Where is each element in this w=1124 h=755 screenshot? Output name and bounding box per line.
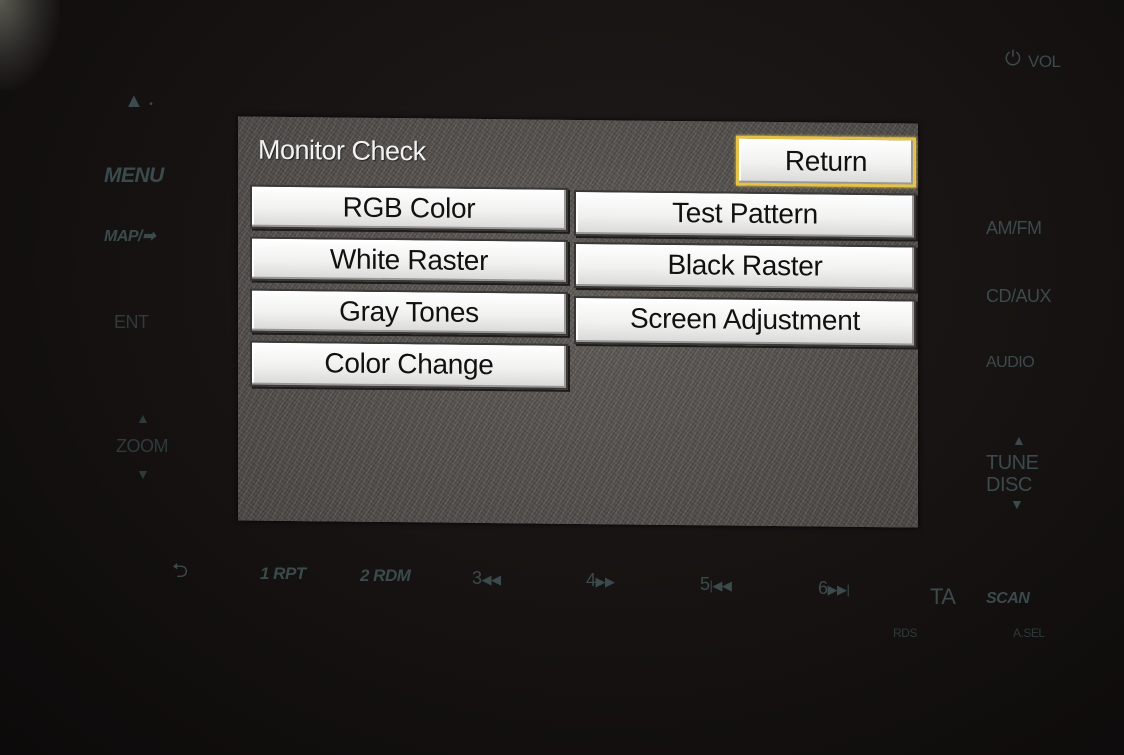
audio-label: AUDIO xyxy=(986,354,1035,371)
rgb-color-button[interactable]: RGB Color xyxy=(250,184,568,232)
white-raster-label: White Raster xyxy=(329,243,489,277)
test-pattern-button[interactable]: Test Pattern xyxy=(574,189,916,240)
cd-aux-button[interactable]: CD/AUX xyxy=(986,286,1052,307)
eject-button[interactable]: ▲ • xyxy=(124,90,153,113)
rgb-color-label: RGB Color xyxy=(342,191,476,224)
head-unit-bezel: ⏻ VOL ▲ • MENU MAP/➡ ENT ▲ ZOOM ▼ AM/FM C… xyxy=(0,0,1124,755)
preset-6-button[interactable]: 6▶▶| xyxy=(818,578,850,599)
skip-forward-icon: ▶▶| xyxy=(827,582,850,597)
zoom-in-icon[interactable]: ▲ xyxy=(136,410,150,426)
rds-label: RDS xyxy=(893,626,917,640)
preset-6-label: 6 xyxy=(818,578,828,598)
ent-button[interactable]: ENT xyxy=(114,312,149,333)
preset-5-label: 5 xyxy=(700,574,710,594)
preset-2-button[interactable]: 2 RDM xyxy=(360,566,411,586)
preset-4-button[interactable]: 4▶▶ xyxy=(586,570,615,591)
corner-glare xyxy=(0,0,60,90)
audio-button[interactable]: AUDIO xyxy=(986,354,1035,372)
white-raster-button[interactable]: White Raster xyxy=(250,236,568,284)
color-change-button[interactable]: Color Change xyxy=(250,340,568,390)
gray-tones-button[interactable]: Gray Tones xyxy=(250,288,568,336)
disc-label: DISC xyxy=(986,474,1032,496)
black-raster-button[interactable]: Black Raster xyxy=(574,241,916,292)
map-label: MAP/ xyxy=(104,228,143,245)
monitor-check-screen: Monitor Check Return RGB Color Test Patt… xyxy=(238,116,918,528)
ta-button[interactable]: TA xyxy=(930,584,956,610)
back-icon[interactable]: ⮌ xyxy=(172,556,188,590)
tune-down-icon[interactable]: ▼ xyxy=(1010,496,1024,512)
screen-adjustment-label: Screen Adjustment xyxy=(630,302,860,336)
gray-tones-label: Gray Tones xyxy=(339,295,479,328)
test-pattern-label: Test Pattern xyxy=(672,196,818,230)
menu-button[interactable]: MENU xyxy=(104,164,164,188)
tune-up-icon[interactable]: ▲ xyxy=(1012,432,1026,448)
return-label: Return xyxy=(784,145,868,178)
zoom-out-icon[interactable]: ▼ xyxy=(136,466,150,482)
power-icon[interactable]: ⏻ xyxy=(1005,48,1021,71)
rewind-icon: ◀◀ xyxy=(481,572,502,587)
preset-5-button[interactable]: 5|◀◀ xyxy=(700,574,732,595)
tune-label: TUNE xyxy=(986,452,1039,474)
vol-label: VOL xyxy=(1028,52,1061,71)
color-change-label: Color Change xyxy=(324,347,494,381)
skip-back-icon: |◀◀ xyxy=(709,578,732,593)
preset-4-label: 4 xyxy=(586,570,596,590)
preset-3-label: 3 xyxy=(472,568,482,588)
page-title: Monitor Check xyxy=(258,134,426,167)
map-button[interactable]: MAP/➡ xyxy=(104,226,155,246)
fast-forward-icon: ▶▶ xyxy=(595,574,616,589)
preset-3-button[interactable]: 3◀◀ xyxy=(472,568,501,589)
screen-adjustment-button[interactable]: Screen Adjustment xyxy=(574,295,916,348)
preset-1-button[interactable]: 1 RPT xyxy=(260,564,306,584)
am-fm-button[interactable]: AM/FM xyxy=(986,218,1042,239)
guide-arrow-icon: ➡ xyxy=(142,228,155,245)
eject-icon: ▲ xyxy=(124,90,144,112)
a-sel-label: A.SEL xyxy=(1013,626,1045,640)
zoom-label: ZOOM xyxy=(116,436,169,456)
scan-button[interactable]: SCAN xyxy=(986,590,1030,608)
return-button[interactable]: Return xyxy=(736,135,916,188)
black-raster-label: Black Raster xyxy=(667,248,823,282)
